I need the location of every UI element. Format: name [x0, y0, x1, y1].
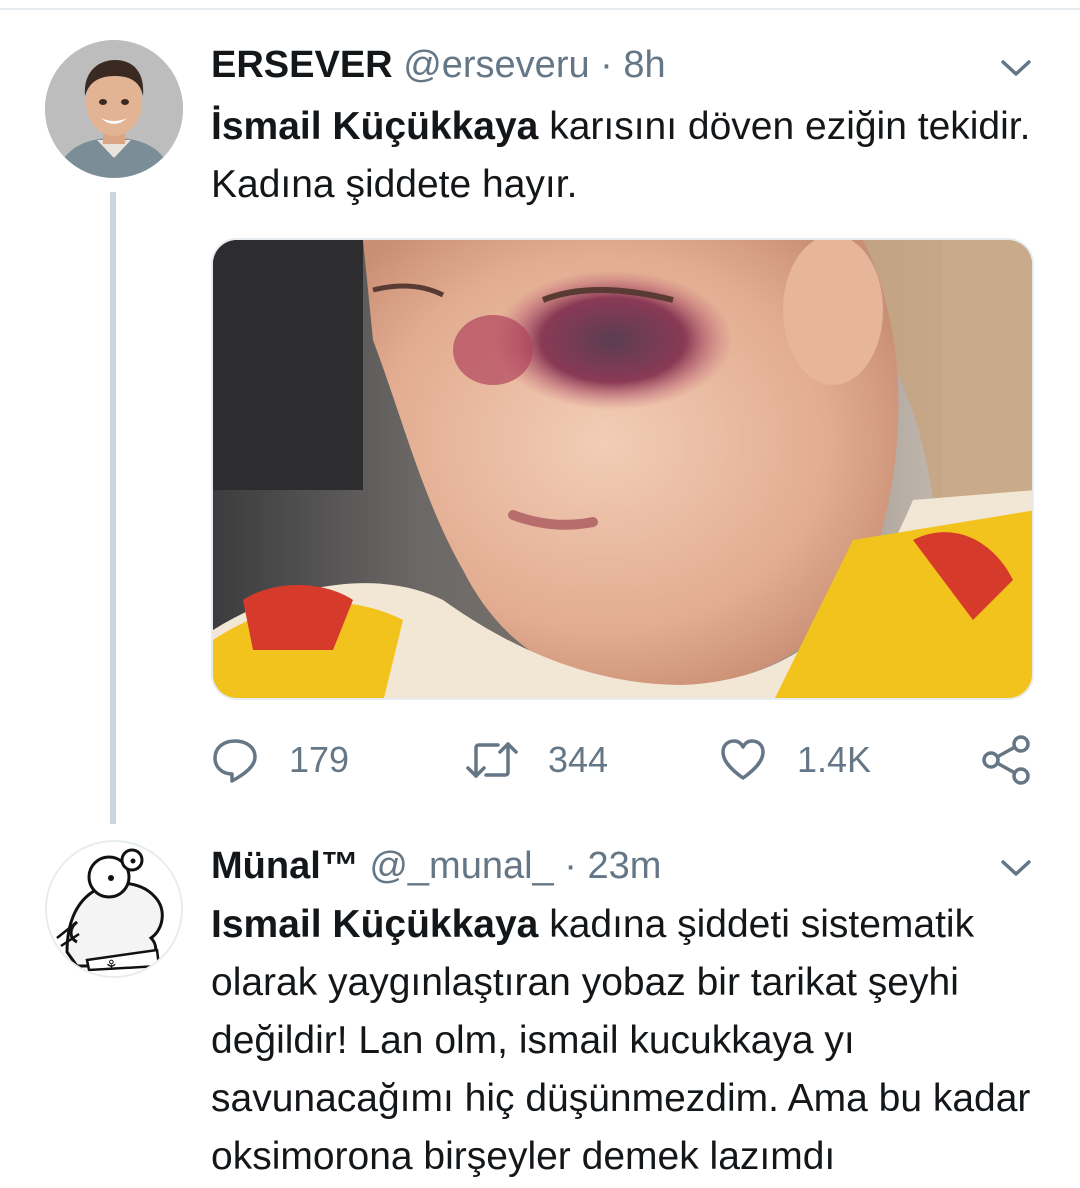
tweet-photo[interactable]: [211, 238, 1034, 700]
author-handle[interactable]: @_munal_: [369, 845, 553, 887]
author-handle[interactable]: @erseveru: [403, 44, 589, 86]
reply-count: 179: [289, 739, 350, 780]
like-count: 1.4K: [797, 739, 872, 780]
tweet-text: İsmail Küçükkaya karısını döven eziğin t…: [211, 98, 1051, 214]
mention[interactable]: İsmail Küçükkaya: [211, 105, 538, 148]
top-divider: [0, 8, 1080, 10]
reply-icon: [213, 739, 257, 783]
heart-icon: [721, 739, 765, 780]
tweet-text: Ismail Küçükkaya kadına şiddeti sistemat…: [211, 896, 1051, 1186]
author-name[interactable]: ERSEVER: [211, 44, 393, 86]
separator: ·: [564, 845, 577, 887]
tweet-header: Münal™ @_munal_ · 23m: [211, 845, 661, 888]
chevron-down-icon[interactable]: [1000, 858, 1032, 878]
separator: ·: [600, 44, 613, 86]
share-button[interactable]: [981, 728, 1033, 792]
author-name[interactable]: Münal™: [211, 845, 359, 887]
chevron-down-icon[interactable]: [1000, 58, 1032, 78]
tweet-header: ERSEVER @erseveru · 8h: [211, 44, 666, 87]
retweet-count: 344: [548, 739, 609, 780]
retweet-icon: [466, 742, 518, 778]
timestamp[interactable]: 23m: [587, 845, 661, 887]
mention[interactable]: Ismail Küçükkaya: [211, 903, 538, 946]
tweet-actions: 179 344 1.4K: [211, 728, 1041, 792]
like-button[interactable]: 1.4K: [719, 728, 871, 792]
retweet-button[interactable]: 344: [466, 728, 608, 792]
share-icon: [982, 735, 1030, 785]
reply-button[interactable]: 179: [211, 728, 349, 792]
timestamp[interactable]: 8h: [623, 44, 665, 86]
author-avatar[interactable]: [45, 40, 183, 178]
author-avatar[interactable]: ⚘: [45, 840, 183, 978]
svg-text:⚘: ⚘: [105, 958, 118, 974]
thread-line: [110, 192, 116, 824]
